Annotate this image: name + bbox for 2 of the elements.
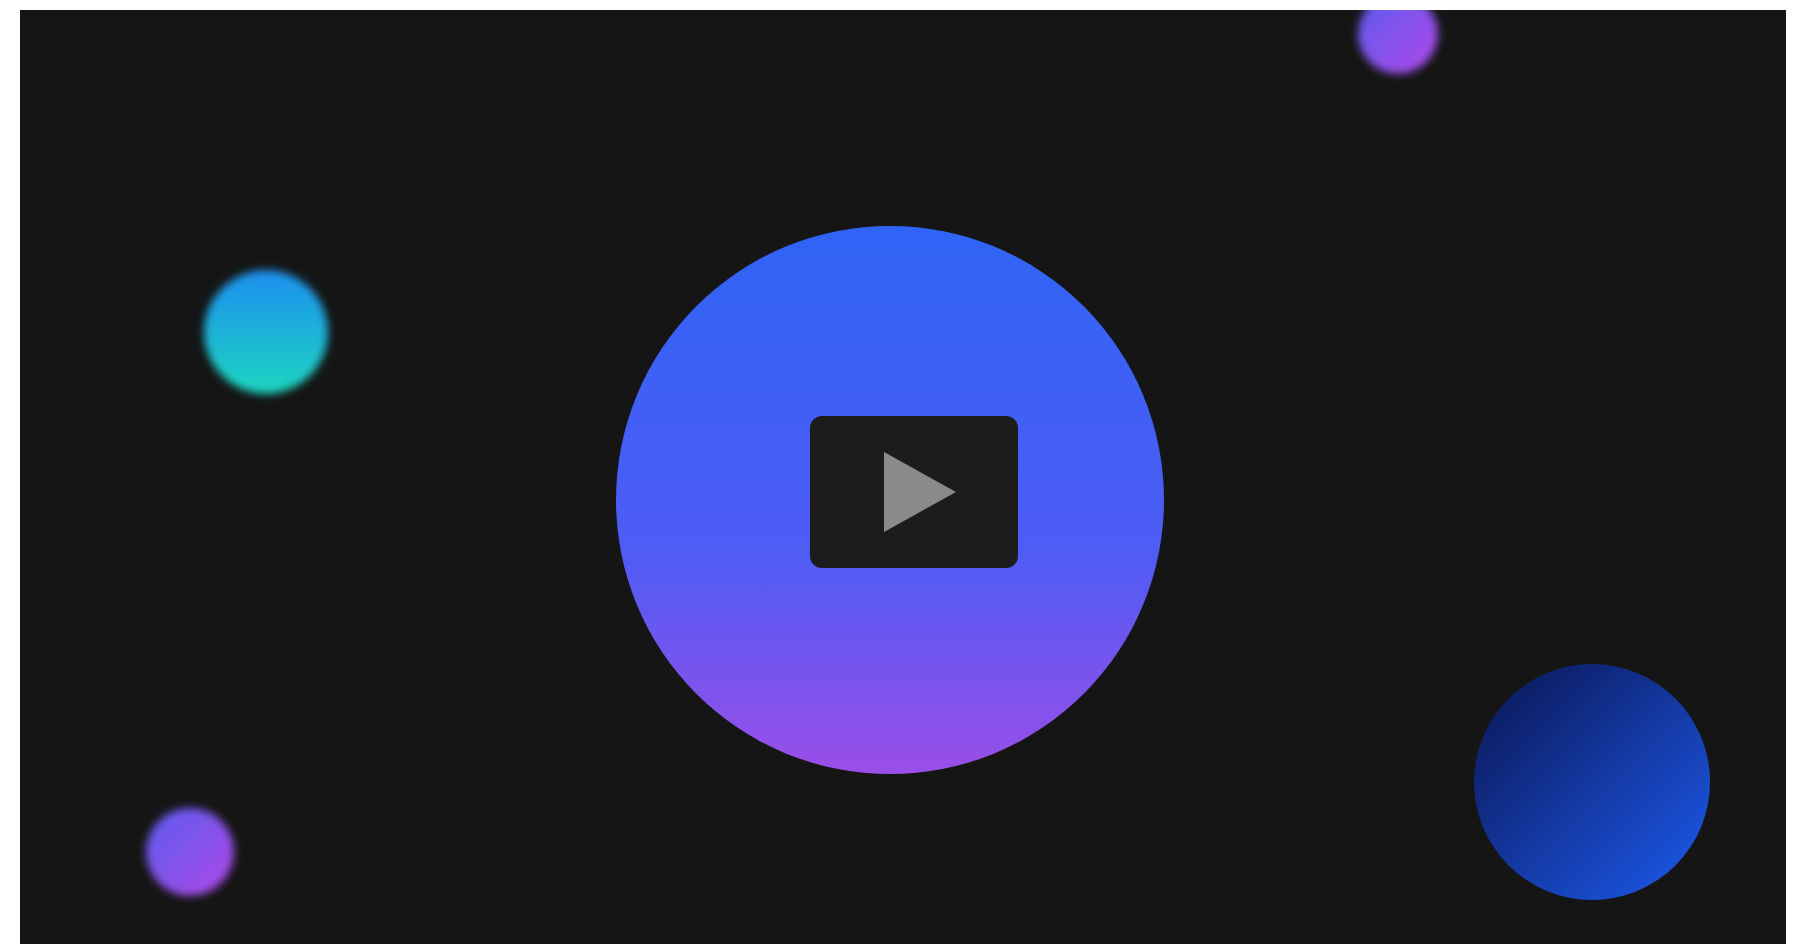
play-button[interactable] [810,416,1018,568]
play-icon [884,452,956,532]
